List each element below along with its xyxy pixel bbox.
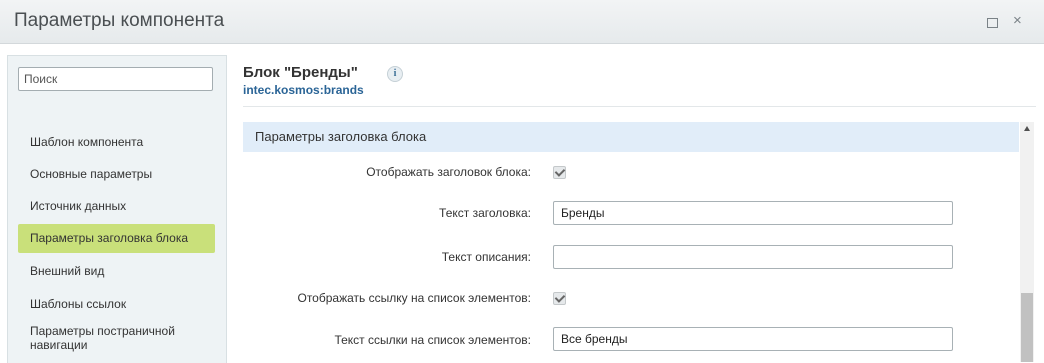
description-text-input[interactable] xyxy=(553,245,953,269)
scrollbar[interactable] xyxy=(1020,122,1034,362)
show-list-link-checkbox[interactable] xyxy=(553,292,566,305)
sidebar-item-link-templates[interactable]: Шаблоны ссылок xyxy=(18,296,215,312)
block-title: Блок "Бренды" xyxy=(243,64,358,81)
sidebar: Шаблон компонента Основные параметры Ист… xyxy=(7,55,227,363)
window-titlebar: Параметры компонента × xyxy=(0,0,1044,44)
header-divider xyxy=(243,106,1036,107)
search-input[interactable] xyxy=(18,67,213,91)
close-icon[interactable]: × xyxy=(1013,13,1022,29)
sidebar-item-pagination[interactable]: Параметры постраничной навигации xyxy=(18,324,215,352)
header-text-label: Текст заголовка: xyxy=(439,206,531,220)
sidebar-item-header-params[interactable]: Параметры заголовка блока xyxy=(18,224,215,253)
show-header-label: Отображать заголовок блока: xyxy=(366,165,531,179)
scroll-up-arrow-icon[interactable] xyxy=(1024,126,1030,131)
scroll-thumb[interactable] xyxy=(1021,293,1033,362)
list-link-text-label: Текст ссылки на список элементов: xyxy=(334,333,531,347)
sidebar-item-appearance[interactable]: Внешний вид xyxy=(18,263,215,279)
info-icon[interactable]: i xyxy=(387,66,403,82)
maximize-icon[interactable] xyxy=(987,18,998,28)
header-text-input[interactable] xyxy=(553,201,953,225)
window-title: Параметры компонента xyxy=(14,10,225,31)
show-list-link-label: Отображать ссылку на список элементов: xyxy=(297,291,531,305)
section-title: Параметры заголовка блока xyxy=(243,122,1019,152)
check-icon xyxy=(554,292,566,303)
check-icon xyxy=(554,166,566,177)
block-code: intec.kosmos:brands xyxy=(243,83,364,97)
list-link-text-input[interactable] xyxy=(553,327,953,351)
sidebar-item-template[interactable]: Шаблон компонента xyxy=(18,134,215,150)
block-heading: Блок "Бренды" intec.kosmos:brands xyxy=(243,64,364,97)
sidebar-item-main-params[interactable]: Основные параметры xyxy=(18,166,215,182)
sidebar-item-data-source[interactable]: Источник данных xyxy=(18,198,215,214)
show-header-checkbox[interactable] xyxy=(553,166,566,179)
description-text-label: Текст описания: xyxy=(441,250,531,264)
